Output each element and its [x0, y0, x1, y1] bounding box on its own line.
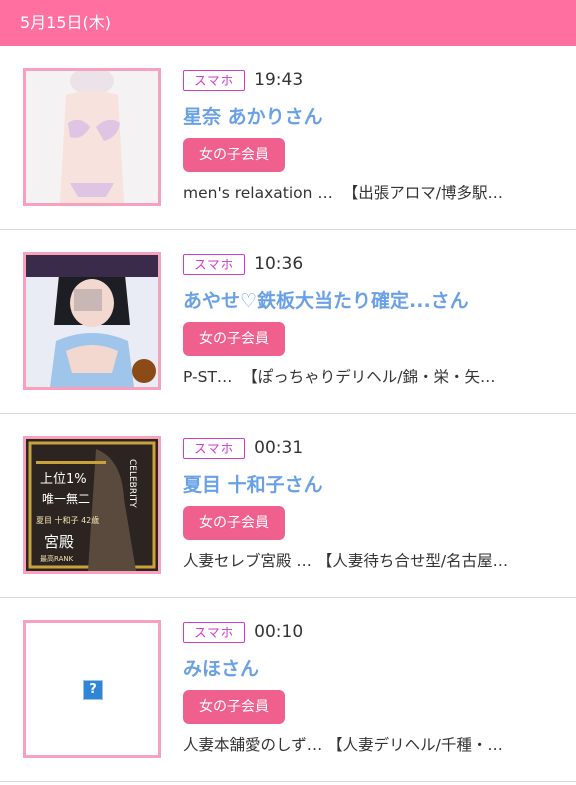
thumb-rank-text: 上位1%: [40, 472, 87, 487]
member-badge: 女の子会員: [183, 138, 285, 172]
member-badge: 女の子会員: [183, 690, 285, 724]
thumb-celebrity-text: CELEBRITY: [127, 459, 137, 508]
meta-line: スマホ 19:43: [183, 68, 303, 92]
device-tag: スマホ: [183, 253, 246, 275]
profile-photo-image: [26, 71, 158, 203]
girl-name-link[interactable]: 星奈 あかりさん: [183, 102, 323, 129]
missing-image-icon: ?: [83, 680, 103, 700]
thumb-person-text: 夏目 十和子 42歳: [36, 515, 99, 525]
profile-photo-image: [26, 255, 158, 387]
meta-line: スマホ 00:10: [183, 620, 303, 644]
member-badge: 女の子会員: [183, 506, 285, 540]
post-list: スマホ 19:43 星奈 あかりさん 女の子会員 men's relaxatio…: [0, 46, 576, 782]
post-time: 10:36: [254, 254, 304, 274]
list-item[interactable]: ? スマホ 00:10 みほさん 女の子会員 人妻本舗愛のしず… 【人妻デリヘル…: [0, 598, 576, 782]
girl-name-link[interactable]: あやせ♡鉄板大当たり確定...さん: [183, 286, 469, 313]
shop-info: 人妻セレブ宮殿 … 【人妻待ち合せ型/名古屋…: [183, 552, 509, 570]
device-tag: スマホ: [183, 69, 246, 91]
profile-thumbnail[interactable]: 上位1% 唯一無二 夏目 十和子 42歳 宮殿 最高RANK CELEBRITY: [23, 436, 161, 574]
thumb-palace-text: 宮殿: [44, 533, 74, 551]
profile-thumbnail[interactable]: [23, 252, 161, 390]
list-item[interactable]: スマホ 19:43 星奈 あかりさん 女の子会員 men's relaxatio…: [0, 46, 576, 230]
shop-info: 人妻本舗愛のしず… 【人妻デリヘル/千種・…: [183, 736, 503, 754]
thumb-unique-text: 唯一無二: [42, 491, 90, 506]
list-item[interactable]: スマホ 10:36 あやせ♡鉄板大当たり確定...さん 女の子会員 P-ST… …: [0, 230, 576, 414]
post-time: 00:31: [254, 438, 304, 458]
profile-thumbnail[interactable]: ?: [23, 620, 161, 758]
shop-info: P-ST… 【ぽっちゃりデリヘル/錦・栄・矢…: [183, 368, 496, 386]
list-item[interactable]: 上位1% 唯一無二 夏目 十和子 42歳 宮殿 最高RANK CELEBRITY…: [0, 414, 576, 598]
post-time: 00:10: [254, 622, 304, 642]
member-badge: 女の子会員: [183, 322, 285, 356]
girl-name-link[interactable]: みほさん: [183, 654, 259, 681]
date-header: 5月15日(木): [0, 0, 576, 46]
shop-info: men's relaxation … 【出張アロマ/博多駅…: [183, 184, 503, 202]
device-tag: スマホ: [183, 621, 246, 643]
girl-name-link[interactable]: 夏目 十和子さん: [183, 470, 323, 497]
profile-thumbnail[interactable]: [23, 68, 161, 206]
device-tag: スマホ: [183, 437, 246, 459]
meta-line: スマホ 00:31: [183, 436, 303, 460]
profile-photo-image: 上位1% 唯一無二 夏目 十和子 42歳 宮殿 最高RANK CELEBRITY: [26, 439, 158, 571]
thumb-rank-label-text: 最高RANK: [40, 554, 74, 563]
post-time: 19:43: [254, 70, 304, 90]
meta-line: スマホ 10:36: [183, 252, 303, 276]
